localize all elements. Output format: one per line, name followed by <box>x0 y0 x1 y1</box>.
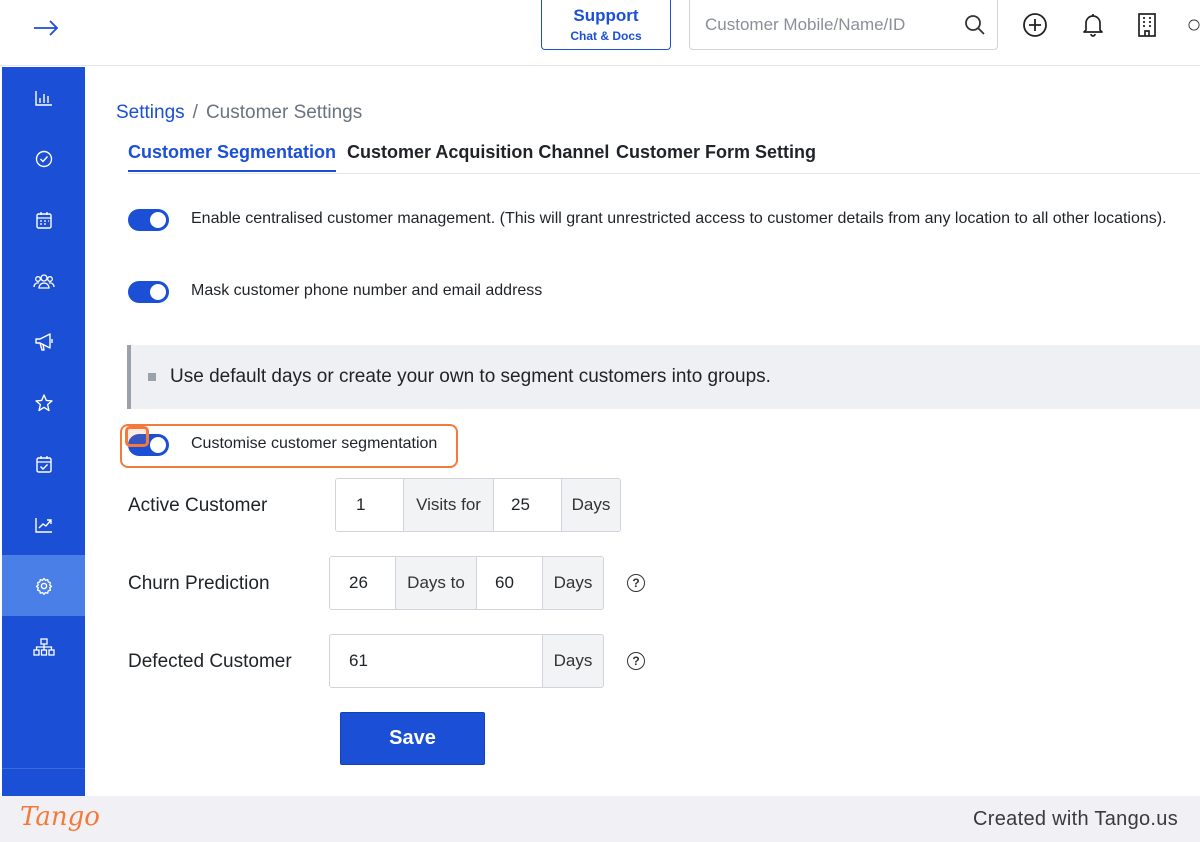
star-icon <box>34 393 53 411</box>
sidebar-item-customers[interactable] <box>2 250 85 311</box>
info-bullet-icon <box>148 373 156 381</box>
breadcrumb-current: Customer Settings <box>205 102 363 123</box>
sidebar-item-reports[interactable] <box>2 67 85 128</box>
save-button[interactable]: Save <box>340 712 485 765</box>
org-chart-icon <box>32 637 55 656</box>
sidebar <box>2 67 85 796</box>
centralised-management-toggle[interactable] <box>128 209 169 231</box>
plus-circle-icon <box>1023 13 1047 37</box>
add-button[interactable] <box>1022 12 1048 38</box>
churn-to-cell <box>477 557 542 609</box>
churn-prediction-field: Days to Days <box>329 556 604 610</box>
user-circle-icon <box>1188 19 1200 31</box>
mask-contact-label: Mask customer phone number and email add… <box>191 282 543 299</box>
churn-days-addon: Days <box>542 557 603 609</box>
calendar-check-icon <box>35 455 52 473</box>
churn-to-input[interactable] <box>495 573 542 593</box>
segmentation-info-banner: Use default days or create your own to s… <box>127 345 1200 409</box>
tab-customer-form-setting[interactable]: Customer Form Setting <box>616 140 816 172</box>
tango-footer: Tango Created with Tango.us <box>0 796 1200 842</box>
sidebar-footer <box>2 768 85 796</box>
mask-contact-toggle[interactable] <box>128 281 169 303</box>
sidebar-item-marketing[interactable] <box>2 311 85 372</box>
defected-days-input[interactable] <box>349 651 542 671</box>
active-visits-input[interactable] <box>356 495 403 515</box>
defected-customer-field: Days <box>329 634 604 688</box>
customer-search-input[interactable] <box>690 14 945 35</box>
active-customer-label: Active Customer <box>128 495 268 516</box>
defected-days-addon: Days <box>542 635 603 687</box>
centralised-management-label: Enable centralised customer management. … <box>191 210 1167 227</box>
expand-sidebar-button[interactable] <box>30 12 62 44</box>
footer-credit: Created with Tango.us <box>973 808 1178 830</box>
customise-segmentation-label: Customise customer segmentation <box>191 435 438 452</box>
sidebar-item-settings[interactable] <box>2 555 85 616</box>
customer-search <box>689 0 998 50</box>
search-icon[interactable] <box>963 13 987 37</box>
sidebar-item-analytics[interactable] <box>2 494 85 555</box>
support-button[interactable]: Support Chat & Docs <box>541 0 671 50</box>
settings-tabs: Customer Segmentation Customer Acquisiti… <box>128 140 1200 174</box>
churn-from-cell <box>330 557 395 609</box>
app-window: Support Chat & Docs Customer Mobile/Name… <box>0 0 1200 796</box>
churn-from-input[interactable] <box>349 573 395 593</box>
building-icon <box>1138 13 1156 37</box>
notifications-button[interactable] <box>1080 12 1106 38</box>
bell-icon <box>1083 14 1103 37</box>
active-customer-field: Visits for Days <box>335 478 621 532</box>
customise-segmentation-toggle[interactable] <box>128 434 169 456</box>
trend-chart-icon <box>34 517 52 533</box>
defected-help-icon[interactable]: ? <box>627 652 645 670</box>
breadcrumb-settings-link[interactable]: Settings <box>116 102 185 123</box>
arrow-right-icon <box>34 20 59 36</box>
top-bar: Support Chat & Docs <box>0 0 1200 66</box>
sidebar-item-appointments[interactable] <box>2 433 85 494</box>
tab-customer-segmentation[interactable]: Customer Segmentation <box>128 140 337 172</box>
calendar-icon <box>35 211 52 229</box>
location-button[interactable] <box>1134 12 1160 38</box>
sidebar-item-tasks[interactable] <box>2 128 85 189</box>
defected-days-cell <box>330 635 542 687</box>
bar-chart-icon <box>34 90 52 106</box>
breadcrumb-separator: / <box>192 102 198 123</box>
segmentation-info-text: Use default days or create your own to s… <box>170 366 771 387</box>
churn-help-icon[interactable]: ? <box>627 574 645 592</box>
visits-for-addon: Visits for <box>403 479 494 531</box>
churn-prediction-label: Churn Prediction <box>128 573 270 594</box>
sidebar-item-calendar[interactable] <box>2 189 85 250</box>
tab-customer-acquisition-channel[interactable]: Customer Acquisition Channel <box>347 140 609 172</box>
active-days-addon: Days <box>561 479 620 531</box>
defected-customer-label: Defected Customer <box>128 651 292 672</box>
sidebar-item-organization[interactable] <box>2 616 85 677</box>
days-to-addon: Days to <box>395 557 477 609</box>
check-circle-icon <box>35 150 52 167</box>
profile-button[interactable] <box>1188 12 1200 38</box>
breadcrumb: Settings / Customer Settings <box>116 102 362 124</box>
users-icon <box>32 273 55 289</box>
support-subtitle: Chat & Docs <box>570 28 642 43</box>
gear-icon <box>35 577 52 595</box>
tango-logo: Tango <box>20 802 100 832</box>
active-visits-cell <box>336 479 403 531</box>
active-days-cell <box>494 479 561 531</box>
support-title: Support <box>573 5 639 25</box>
active-days-input[interactable] <box>511 495 561 515</box>
megaphone-icon <box>34 332 53 351</box>
sidebar-item-reviews[interactable] <box>2 372 85 433</box>
